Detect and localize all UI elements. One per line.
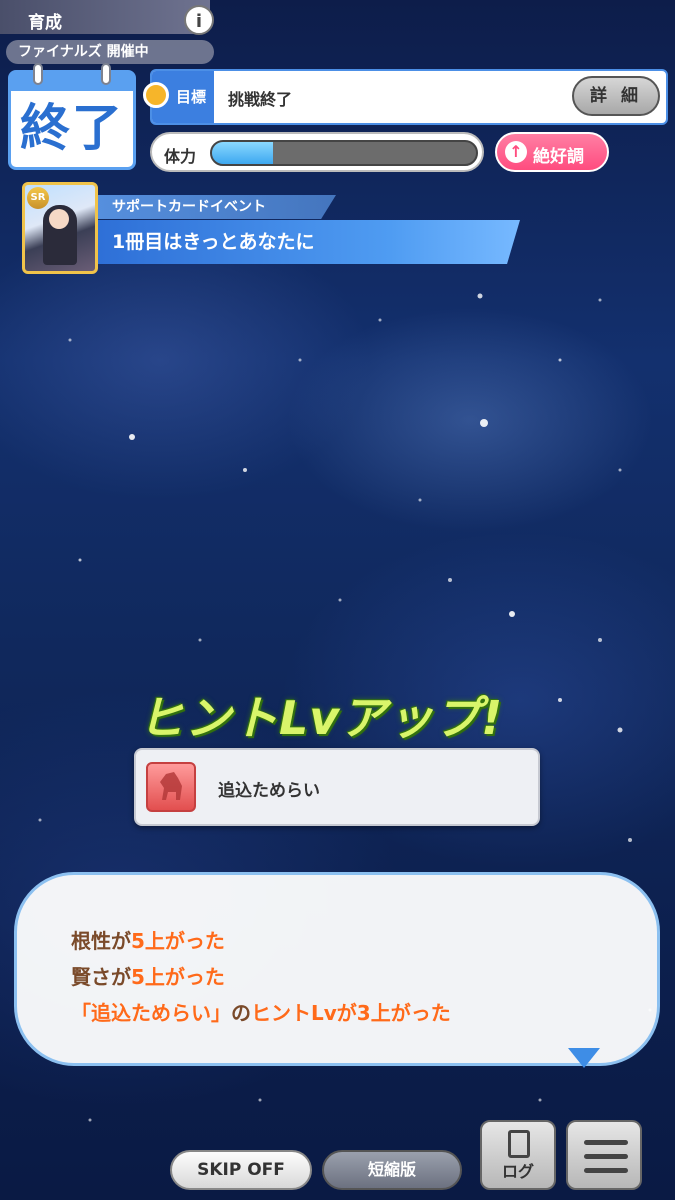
rarity-badge: SR [27, 187, 49, 209]
skip-toggle-button[interactable]: SKIP OFF [170, 1150, 312, 1190]
screen-label: 育成 [28, 13, 62, 33]
mood-button[interactable]: ↑ 絶好調 [495, 132, 609, 172]
log-icon [508, 1130, 530, 1158]
horse-debuff-icon [146, 762, 196, 812]
dialog-text: 賢さが [71, 965, 131, 989]
dialog-highlight: ヒントLvが3上がった [251, 1001, 451, 1025]
dialog-text: の [231, 1001, 251, 1025]
event-banner: サポートカードイベント 1冊目はきっとあなたに SR [22, 182, 522, 274]
stamina-label: 体力 [164, 147, 197, 166]
stamina-track [210, 140, 478, 166]
short-version-button[interactable]: 短縮版 [322, 1150, 462, 1190]
stamina-gauge: 体力 [150, 132, 484, 172]
screen-label-bar: 育成 [0, 0, 210, 34]
dialog-line-2: 賢さが5上がった [71, 961, 225, 990]
calendar-header [11, 73, 133, 91]
event-category: サポートカードイベント [88, 195, 336, 219]
info-button[interactable]: i [184, 5, 214, 35]
hint-level-up-title: ヒントLvアップ! [138, 691, 504, 745]
dialog-highlight: 「追込ためらい」 [71, 1001, 231, 1025]
menu-icon [584, 1140, 628, 1145]
message-dialog[interactable]: 根性が5上がった 賢さが5上がった 「追込ためらい」のヒントLvが3上がった [14, 872, 660, 1066]
dialog-highlight: 5上がった [131, 929, 225, 953]
menu-icon [584, 1154, 628, 1159]
card-character-face [49, 209, 69, 229]
dialog-line-1: 根性が5上がった [71, 925, 225, 954]
up-arrow-icon: ↑ [505, 141, 527, 163]
calendar-ring-icon [101, 63, 111, 85]
log-label: ログ [501, 1162, 534, 1181]
menu-button[interactable] [566, 1120, 642, 1190]
event-title: 1冊目はきっとあなたに [88, 220, 520, 264]
dialog-text: 根性が [71, 929, 131, 953]
phase-label: ファイナルズ 開催中 [6, 40, 214, 64]
dialog-highlight: 5上がった [131, 965, 225, 989]
goal-value: 挑戦終了 [228, 90, 293, 109]
calendar-turn-text: 終了 [20, 99, 124, 157]
goal-label: 目標 [176, 88, 207, 106]
skill-name: 追込ためらい [218, 781, 320, 801]
stamina-fill [212, 142, 273, 164]
turn-calendar: 終了 [8, 63, 136, 170]
calendar-ring-icon [33, 63, 43, 85]
log-button[interactable]: ログ [480, 1120, 556, 1190]
skill-card[interactable]: 追込ためらい [134, 748, 540, 826]
goal-bar: 目標 挑戦終了 詳 細 [150, 69, 668, 125]
support-card-thumbnail[interactable]: SR [22, 182, 98, 274]
menu-icon [584, 1168, 628, 1173]
goal-detail-button[interactable]: 詳 細 [572, 76, 660, 116]
mood-label: 絶好調 [533, 147, 584, 167]
dialog-line-3: 「追込ためらい」のヒントLvが3上がった [71, 997, 451, 1026]
next-arrow-icon[interactable] [568, 1048, 600, 1068]
goal-refresh-icon [143, 82, 169, 108]
